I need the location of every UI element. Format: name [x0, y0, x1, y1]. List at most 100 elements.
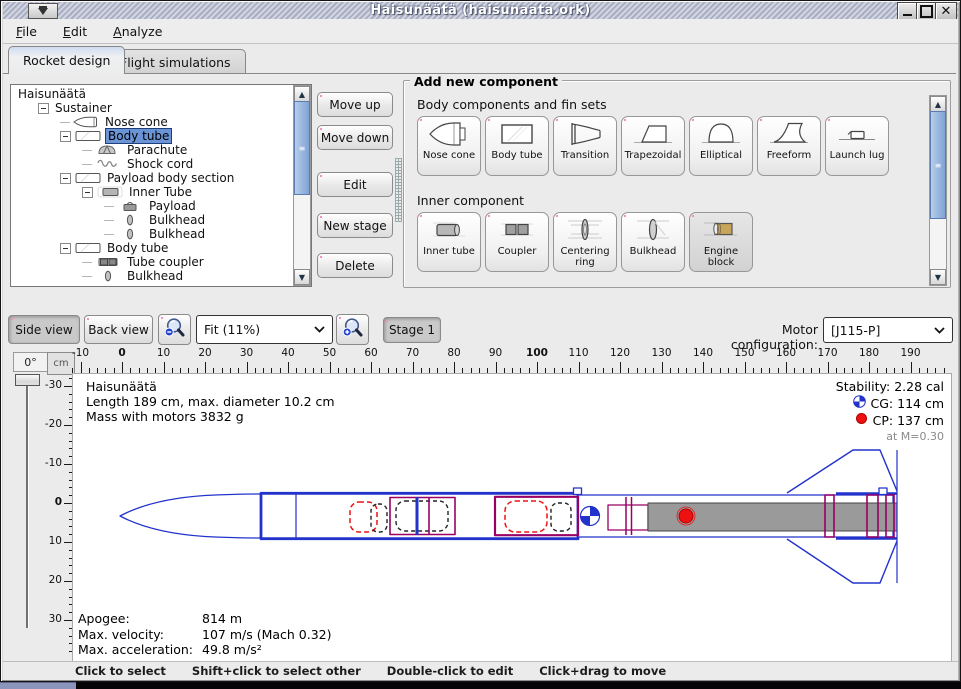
- tree-item-haisun-t-[interactable]: Haisunäätä: [12, 87, 290, 101]
- splitter-handle[interactable]: [395, 158, 402, 222]
- scrollbar-thumb[interactable]: ≡: [294, 101, 310, 195]
- delete-button[interactable]: Delete: [317, 253, 393, 278]
- tree-item-sustainer[interactable]: Sustainer: [12, 101, 290, 115]
- add-body-tube-button[interactable]: Body tube: [485, 116, 549, 176]
- component-button-label: Centering ring: [554, 247, 616, 268]
- maximize-icon: [920, 5, 933, 18]
- maximize-button[interactable]: [916, 2, 936, 20]
- add-centering-ring-button[interactable]: Centering ring: [553, 212, 617, 272]
- component-button-label: Freeform: [767, 151, 812, 162]
- ruler-tick: [81, 362, 82, 373]
- chevron-down-icon: [306, 326, 332, 333]
- add-elliptical-button[interactable]: Elliptical: [689, 116, 753, 176]
- tree-item-bulkhead[interactable]: Bulkhead: [12, 269, 290, 283]
- ruler-label: 0: [44, 496, 62, 508]
- tree-item-body-tube[interactable]: Body tube: [12, 241, 290, 255]
- component-button-label: Nose cone: [423, 151, 475, 162]
- status-bar: Click to select Shift+click to select ot…: [3, 661, 958, 680]
- cg-marker: [581, 507, 600, 526]
- window-menu-button[interactable]: [28, 3, 58, 19]
- tab-flight-simulations[interactable]: Flight simulations: [105, 49, 246, 74]
- scroll-down-button[interactable]: ▼: [294, 269, 310, 285]
- tree-item-payload-body-section[interactable]: Payload body section: [12, 171, 290, 185]
- scroll-down-button[interactable]: ▼: [930, 269, 946, 285]
- horizontal-ruler: -100102030405060708090100110120130140150…: [72, 347, 949, 373]
- rotation-slider-track[interactable]: [26, 378, 28, 628]
- add-coupler-button[interactable]: Coupler: [485, 212, 549, 272]
- tree-scrollbar[interactable]: ▲ ≡ ▼: [293, 85, 311, 286]
- zoom-level-select[interactable]: Fit (11%): [196, 315, 333, 344]
- hint-double-click: Double-click to edit: [387, 664, 513, 678]
- add-inner-tube-button[interactable]: Inner tube: [417, 212, 481, 272]
- button-label: Back view: [88, 323, 149, 337]
- add-nose-cone-button[interactable]: Nose cone: [417, 116, 481, 176]
- coupler-icon: [95, 256, 125, 268]
- ruler-tick: [745, 362, 746, 373]
- zoom-in-button[interactable]: [336, 314, 369, 345]
- ruler-tick: [786, 362, 787, 373]
- ruler-label: 90: [479, 347, 513, 359]
- scroll-up-button[interactable]: ▲: [930, 96, 946, 112]
- move-down-button[interactable]: Move down: [317, 125, 393, 150]
- tree-item-label: Inner Tube: [127, 185, 194, 199]
- minimize-button[interactable]: [897, 2, 917, 20]
- scrollbar-thumb[interactable]: ≡: [930, 111, 946, 219]
- window-resize-corner[interactable]: [0, 682, 76, 689]
- tab-rocket-design[interactable]: Rocket design: [8, 46, 125, 74]
- tree-item-parachute[interactable]: Parachute: [12, 143, 290, 157]
- tree-item-label: Bulkhead: [147, 227, 207, 241]
- ruler-unit-label: cm: [47, 352, 75, 375]
- tree-item-payload[interactable]: Payload: [12, 199, 290, 213]
- ruler-label: 10: [147, 347, 181, 359]
- add-launch-lug-button[interactable]: Launch lug: [825, 116, 889, 176]
- ruler-tick: [703, 362, 704, 373]
- tree-expander-icon[interactable]: [82, 187, 93, 198]
- close-button[interactable]: ✕: [935, 2, 957, 20]
- tree-expander-icon[interactable]: [38, 103, 49, 114]
- add-trapezoidal-button[interactable]: Trapezoidal: [621, 116, 685, 176]
- title-bar[interactable]: Haisunäätä (haisunaata.ork): [3, 2, 958, 19]
- add-freeform-button[interactable]: Freeform: [757, 116, 821, 176]
- stage-1-toggle[interactable]: Stage 1: [383, 317, 441, 343]
- scroll-up-button[interactable]: ▲: [294, 86, 310, 102]
- edit-button[interactable]: Edit: [317, 172, 393, 197]
- motor-configuration-select[interactable]: [J115-P]: [823, 317, 953, 343]
- tree-item-nose-cone[interactable]: Nose cone: [12, 115, 290, 129]
- transition-icon: [563, 117, 607, 151]
- tree-expander-icon[interactable]: [60, 243, 71, 254]
- tree-expander-icon[interactable]: [60, 131, 71, 142]
- component-button-label: Launch lug: [830, 151, 885, 162]
- side-view-button[interactable]: Side view: [8, 315, 80, 344]
- button-label: Delete: [335, 259, 374, 273]
- move-up-button[interactable]: Move up: [317, 92, 393, 117]
- new-stage-button[interactable]: New stage: [317, 213, 393, 238]
- component-panel-scrollbar[interactable]: ▲ ≡ ▼: [929, 95, 947, 286]
- ruler-label: 60: [354, 347, 388, 359]
- ruler-label: 30: [44, 613, 62, 625]
- add-bulkhead-button[interactable]: Bulkhead: [621, 212, 685, 272]
- add-engine-block-button[interactable]: Engine block: [689, 212, 753, 272]
- add-transition-button[interactable]: Transition: [553, 116, 617, 176]
- rocket-name: Haisunäätä: [86, 379, 335, 394]
- menu-file[interactable]: File: [3, 21, 50, 42]
- ruler-tick: [330, 362, 331, 373]
- tree-item-bulkhead[interactable]: Bulkhead: [12, 227, 290, 241]
- tree-item-body-tube[interactable]: Body tube: [12, 129, 290, 143]
- rotation-slider-handle[interactable]: [15, 374, 40, 386]
- tree-item-shock-cord[interactable]: Shock cord: [12, 157, 290, 171]
- tree-item-inner-tube[interactable]: Inner Tube: [12, 185, 290, 199]
- ruler-tick: [247, 362, 248, 373]
- button-label: Side view: [15, 323, 72, 337]
- menu-analyze[interactable]: Analyze: [100, 21, 175, 42]
- ruler-label: -10: [44, 457, 62, 469]
- tree-item-tube-coupler[interactable]: Tube coupler: [12, 255, 290, 269]
- menu-edit[interactable]: Edit: [50, 21, 100, 42]
- back-view-button[interactable]: Back view: [84, 315, 153, 344]
- tree-expander-icon[interactable]: [60, 173, 71, 184]
- zoom-out-button[interactable]: [158, 314, 191, 345]
- tree-item-label: Body tube: [105, 241, 170, 255]
- tree-item-label: Nose cone: [103, 115, 170, 129]
- tree-item-bulkhead[interactable]: Bulkhead: [12, 213, 290, 227]
- component-button-label: Inner tube: [423, 247, 475, 258]
- button-label: Edit: [343, 178, 366, 192]
